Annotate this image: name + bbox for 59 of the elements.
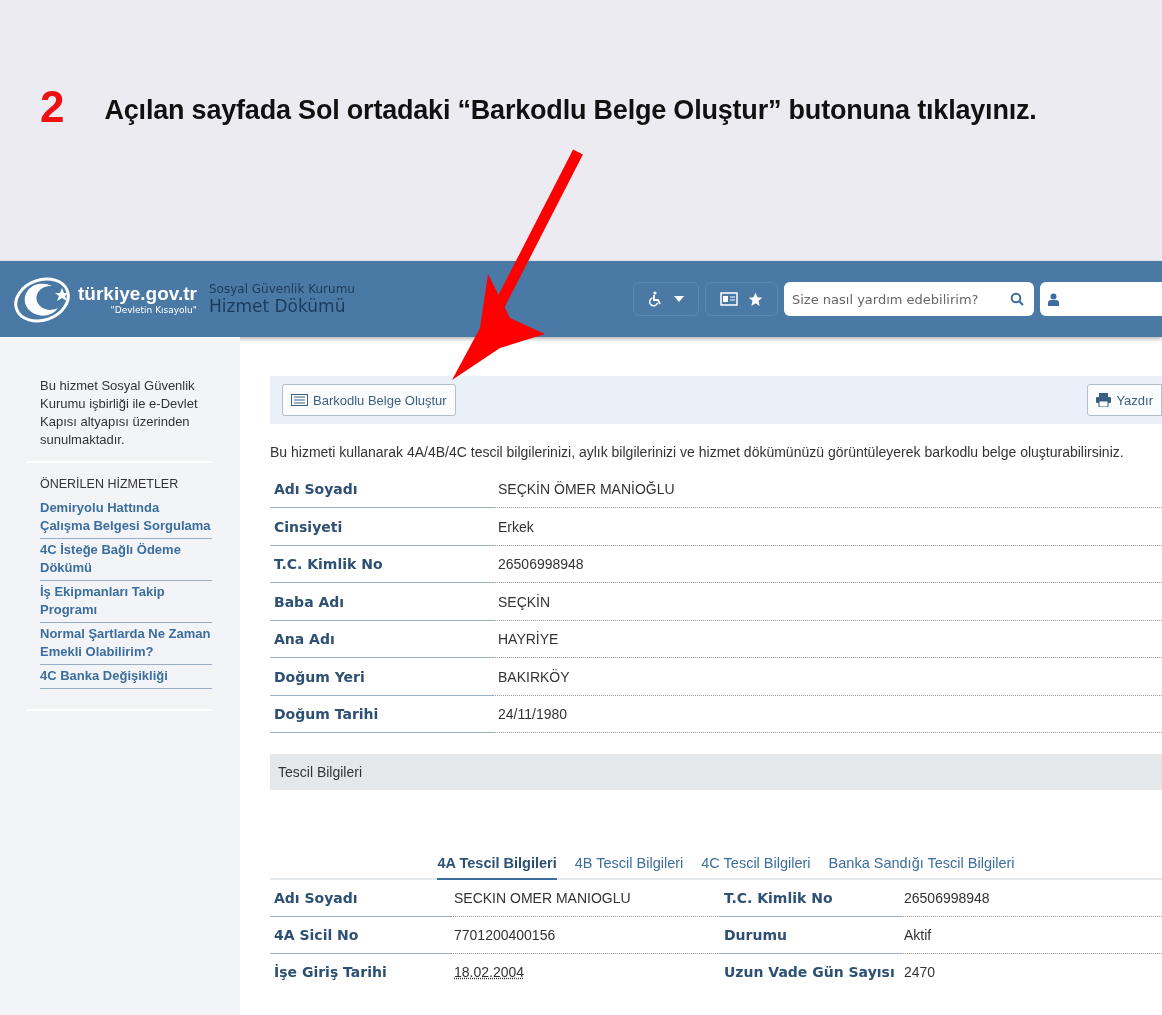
field-label: T.C. Kimlik No [270, 546, 492, 584]
search-field[interactable]: Size nasıl yardım edebilirim? [784, 282, 1034, 316]
instruction-text: Açılan sayfada Sol ortadaki “Barkodlu Belge Oluştur” butonuna tıklayınız. [104, 95, 1037, 126]
field-value: 2470 [903, 962, 937, 982]
logo-text[interactable]: türkiye.gov.tr [78, 283, 197, 305]
field-value: SEÇKİN [492, 583, 1162, 621]
search-icon [1010, 292, 1024, 306]
printer-icon [1096, 393, 1112, 407]
accessibility-button[interactable] [633, 282, 699, 316]
field-value: 26506998948 [900, 879, 1162, 917]
print-button[interactable]: Yazdır [1087, 384, 1162, 416]
field-label: Adı Soyadı [270, 471, 492, 509]
service-info-text: Bu hizmet Sosyal Güvenlik Kurumu işbirliği ile e-Devlet Kapısı altyapısı üzerinden sunulmaktadır. [40, 377, 199, 449]
field-label: Cinsiyeti [270, 508, 492, 546]
caret-icon [674, 296, 684, 302]
field-value: Erkek [492, 508, 1162, 546]
institution-name: Sosyal Güvenlik Kurumu [208, 282, 355, 296]
tab[interactable]: 4C Tescil Bilgileri [701, 849, 811, 878]
field-value: 26506998948 [492, 546, 1162, 584]
suggested-service-link[interactable]: Demiryolu Hattında Çalışma Belgesi Sorgulama [40, 497, 212, 539]
field-label: Doğum Tarihi [270, 696, 492, 734]
field-label: İşe Giriş Tarihi [273, 962, 388, 982]
field-value: BAKIRKÖY [492, 658, 1162, 696]
user-icon [1048, 292, 1059, 306]
wheelchair-icon [648, 291, 664, 307]
logo-slogan: "Devletin Kısayolu" [110, 305, 197, 315]
field-value: 7701200400156 [450, 916, 720, 954]
suggested-service-link[interactable]: İş Ekipmanları Takip Programı [40, 581, 212, 623]
barcode-document-button[interactable]: Barkodlu Belge Oluştur [282, 384, 456, 416]
section-title: Tescil Bilgileri [278, 763, 363, 780]
field-label: Adı Soyadı [270, 879, 450, 917]
intro-text: Bu hizmeti kullanarak 4A/4B/4C tescil bilgilerinizi, aylık bilgilerinizi ve hizmet dökümünüzü görüntüleyerek barkodlu belge oluşturabilirsiniz. [270, 443, 1125, 462]
suggested-service-link[interactable]: 4C İsteğe Bağlı Ödeme Dökümü [40, 539, 212, 581]
field-value: 18.02.2004 [453, 962, 526, 982]
field-label: 4A Sicil No [270, 916, 450, 954]
tab[interactable]: 4A Tescil Bilgileri [437, 849, 557, 880]
field-label: Doğum Yeri [270, 658, 492, 696]
field-value: SEÇKİN ÖMER MANİOĞLU [492, 471, 1162, 509]
user-menu[interactable] [1040, 282, 1162, 316]
sidebar-heading: ÖNERİLEN HİZMETLER [40, 477, 180, 491]
field-label: Baba Adı [270, 583, 492, 621]
tab[interactable]: Banka Sandığı Tescil Bilgileri [828, 849, 1015, 878]
service-title: Hizmet Dökümü [208, 296, 347, 316]
suggested-service-link[interactable]: Normal Şartlarda Ne Zaman Emekli Olabilirim? [40, 623, 212, 665]
suggested-service-link[interactable]: 4C Banka Değişikliği [40, 665, 212, 689]
field-label: T.C. Kimlik No [720, 879, 900, 917]
tab[interactable]: 4B Tescil Bilgileri [574, 849, 684, 878]
card-favorites-button[interactable] [705, 282, 778, 316]
field-label: Ana Adı [270, 621, 492, 659]
id-card-icon [720, 292, 738, 306]
field-label: Uzun Vade Gün Sayısı [723, 962, 896, 982]
step-number: 2 [40, 85, 65, 129]
field-value: 24/11/1980 [492, 696, 1162, 734]
field-value: SECKIN OMER MANIOGLU [450, 879, 720, 917]
star-icon [748, 291, 763, 307]
field-value: HAYRİYE [492, 621, 1162, 659]
list-icon [291, 394, 308, 406]
field-label: Durumu [720, 916, 900, 954]
field-value: Aktif [900, 916, 1162, 954]
